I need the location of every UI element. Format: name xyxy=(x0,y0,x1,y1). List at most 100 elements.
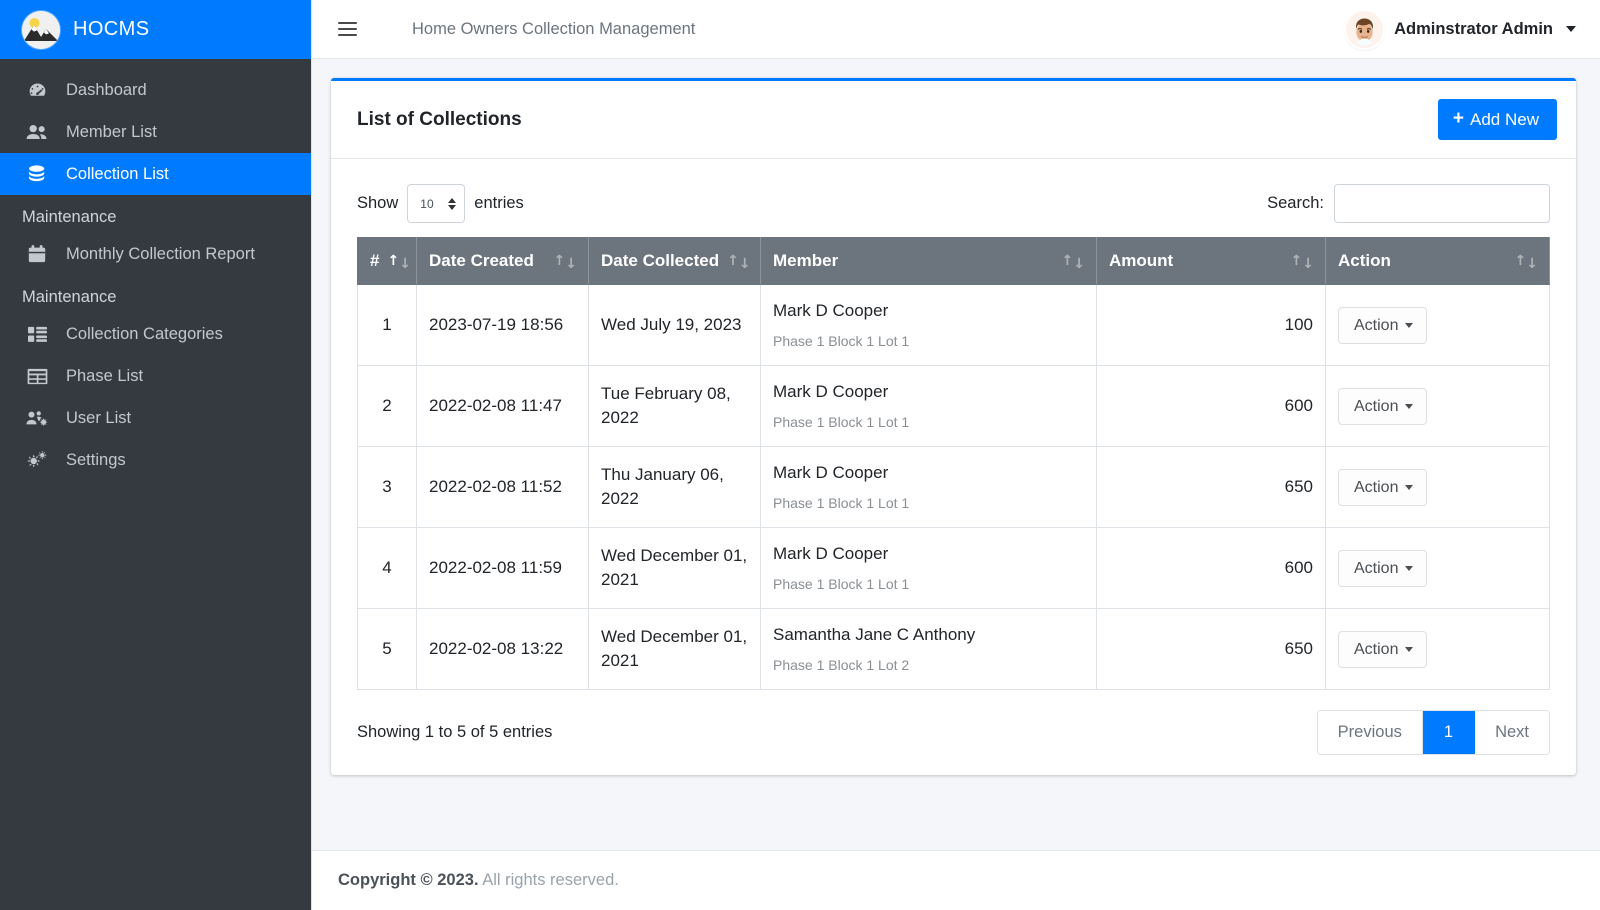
pagination-page-1[interactable]: 1 xyxy=(1422,711,1476,755)
cell-action: Action xyxy=(1325,446,1550,529)
page-footer: Copyright © 2023. All rights reserved. xyxy=(312,850,1600,910)
action-dropdown-button[interactable]: Action xyxy=(1338,549,1428,587)
member-address: Phase 1 Block 1 Lot 1 xyxy=(773,494,910,511)
search-input[interactable] xyxy=(1334,184,1550,224)
sidebar-item-label: Collection List xyxy=(66,164,169,183)
column-header-date-created[interactable]: Date Created ↑ ↓ xyxy=(416,237,589,286)
action-label: Action xyxy=(1354,559,1399,577)
sidebar-item-label: Settings xyxy=(66,450,126,469)
action-label: Action xyxy=(1354,478,1399,496)
users-cog-icon xyxy=(22,407,52,429)
sort-icon: ↑ ↓ xyxy=(727,253,751,273)
column-header-amount[interactable]: Amount ↑ ↓ xyxy=(1096,237,1326,286)
datatable-footer: Showing 1 to 5 of 5 entries Previous 1 N… xyxy=(357,690,1550,756)
cell-amount: 600 xyxy=(1096,365,1326,448)
hamburger-icon[interactable] xyxy=(338,16,364,42)
user-avatar xyxy=(1346,10,1384,48)
member-address: Phase 1 Block 1 Lot 1 xyxy=(773,414,910,431)
cell-number: 3 xyxy=(357,446,417,529)
table-body: 1 2023-07-19 18:56 Wed July 19, 2023 Mar… xyxy=(357,284,1550,691)
user-menu[interactable]: Adminstrator Admin xyxy=(1346,10,1576,48)
cell-member: Mark D Cooper Phase 1 Block 1 Lot 1 xyxy=(760,527,1097,610)
sidebar-item-label: User List xyxy=(66,408,132,427)
cell-number: 2 xyxy=(357,365,417,448)
column-header-member[interactable]: Member ↑ ↓ xyxy=(760,237,1097,286)
cogs-icon xyxy=(22,449,52,471)
pagination-next[interactable]: Next xyxy=(1475,711,1549,755)
sidebar-item-member-list[interactable]: Member List xyxy=(0,111,311,153)
cell-date-created: 2022-02-08 11:52 xyxy=(416,446,589,529)
table-row: 1 2023-07-19 18:56 Wed July 19, 2023 Mar… xyxy=(357,284,1550,367)
member-name: Mark D Cooper xyxy=(773,463,889,483)
pagination: Previous 1 Next xyxy=(1316,710,1550,756)
cell-action: Action xyxy=(1325,365,1550,448)
add-new-button[interactable]: + Add New xyxy=(1437,99,1557,141)
member-name: Mark D Cooper xyxy=(773,544,889,564)
table-head: # ↑ ↓ Date Created ↑ ↓ Date Collected ↑ … xyxy=(357,237,1550,286)
sidebar-item-dashboard[interactable]: Dashboard xyxy=(0,69,311,111)
member-name: Mark D Cooper xyxy=(773,382,889,402)
user-name-label: Adminstrator Admin xyxy=(1394,19,1553,38)
cell-date-created: 2022-02-08 11:59 xyxy=(416,527,589,610)
action-label: Action xyxy=(1354,316,1399,334)
column-header-action[interactable]: Action ↑ ↓ xyxy=(1325,237,1550,286)
cell-date-collected: Wed July 19, 2023 xyxy=(588,284,761,367)
member-name: Mark D Cooper xyxy=(773,301,889,321)
action-dropdown-button[interactable]: Action xyxy=(1338,468,1428,506)
sidebar-item-label: Member List xyxy=(66,122,157,141)
datatable-info: Showing 1 to 5 of 5 entries xyxy=(357,723,553,742)
sidebar: HOCMS Dashboard Member List Collection L xyxy=(0,0,311,910)
coins-icon xyxy=(22,163,52,185)
sidebar-item-collection-list[interactable]: Collection List xyxy=(0,153,311,195)
sort-icon: ↑ ↓ xyxy=(1061,253,1085,273)
cell-amount: 600 xyxy=(1096,527,1326,610)
cell-action: Action xyxy=(1325,608,1550,691)
pagination-previous[interactable]: Previous xyxy=(1317,711,1423,755)
sidebar-item-label: Collection Categories xyxy=(66,324,223,343)
sidebar-item-monthly-collection-report[interactable]: Monthly Collection Report xyxy=(0,233,311,275)
cell-date-created: 2022-02-08 13:22 xyxy=(416,608,589,691)
sidebar-item-phase-list[interactable]: Phase List xyxy=(0,355,311,397)
sidebar-item-user-list[interactable]: User List xyxy=(0,397,311,439)
collections-card: List of Collections + Add New Show 10 en… xyxy=(331,78,1576,776)
table-row: 2 2022-02-08 11:47 Tue February 08, 2022… xyxy=(357,365,1550,448)
sidebar-header-maintenance-1: Maintenance xyxy=(22,208,117,226)
sidebar-item-settings[interactable]: Settings xyxy=(0,439,311,481)
sort-icon: ↑ ↓ xyxy=(1290,253,1314,273)
action-label: Action xyxy=(1354,397,1399,415)
action-dropdown-button[interactable]: Action xyxy=(1338,630,1428,668)
column-label: # xyxy=(370,251,380,271)
sidebar-item-label: Dashboard xyxy=(66,80,147,99)
mountain-sun-logo-icon xyxy=(22,10,60,49)
plus-icon: + xyxy=(1452,108,1465,130)
column-header-date-collected[interactable]: Date Collected ↑ ↓ xyxy=(588,237,761,286)
caret-down-icon xyxy=(1405,484,1414,490)
column-header-number[interactable]: # ↑ ↓ xyxy=(357,237,417,286)
tachometer-icon xyxy=(22,79,52,101)
sidebar-item-collection-categories[interactable]: Collection Categories xyxy=(0,313,311,355)
list-alt-icon xyxy=(22,323,52,345)
page-title: List of Collections xyxy=(357,108,522,130)
calendar-icon xyxy=(22,243,52,265)
caret-down-icon xyxy=(1566,26,1576,32)
table-row: 4 2022-02-08 11:59 Wed December 01, 2021… xyxy=(357,527,1550,610)
caret-down-icon xyxy=(1405,565,1414,571)
caret-down-icon xyxy=(1405,322,1414,328)
column-label: Action xyxy=(1338,251,1391,271)
action-dropdown-button[interactable]: Action xyxy=(1338,306,1428,344)
cell-member: Mark D Cooper Phase 1 Block 1 Lot 1 xyxy=(760,446,1097,529)
copyright-text: Copyright © 2023. xyxy=(338,871,479,889)
entries-select-wrapper: 10 25 50 100 xyxy=(407,184,466,224)
column-label: Date Collected xyxy=(601,251,720,271)
table-header-row: # ↑ ↓ Date Created ↑ ↓ Date Collected ↑ … xyxy=(357,237,1550,286)
column-label: Amount xyxy=(1109,251,1174,271)
entries-select[interactable]: 10 25 50 100 xyxy=(407,184,466,224)
sidebar-brand[interactable]: HOCMS xyxy=(0,0,311,59)
cell-date-collected: Tue February 08, 2022 xyxy=(588,365,761,448)
cell-date-created: 2023-07-19 18:56 xyxy=(416,284,589,367)
cell-amount: 100 xyxy=(1096,284,1326,367)
show-label: Show xyxy=(357,194,399,213)
sidebar-item-label: Monthly Collection Report xyxy=(66,244,255,263)
action-dropdown-button[interactable]: Action xyxy=(1338,387,1428,425)
